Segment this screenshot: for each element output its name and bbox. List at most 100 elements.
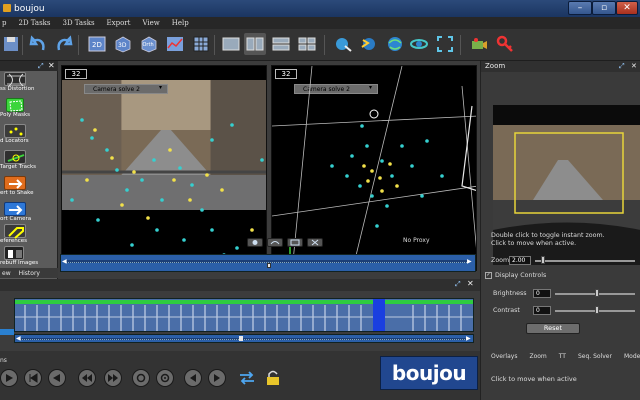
- menu-2d-tasks[interactable]: 2D Tasks: [18, 19, 50, 27]
- grid-button[interactable]: [190, 33, 212, 55]
- task-label: Poly Masks: [0, 112, 31, 118]
- panel-close-icon[interactable]: ✕: [48, 61, 55, 70]
- play-icon: [6, 374, 13, 382]
- loop-button[interactable]: [132, 369, 150, 387]
- zoom-level-slider[interactable]: [535, 260, 635, 262]
- layout-split-button[interactable]: [244, 33, 266, 55]
- task-poly-masks[interactable]: Poly Masks: [0, 97, 58, 123]
- contrast-slider-handle[interactable]: [595, 306, 599, 314]
- display-controls-toggle-icon[interactable]: ✓: [485, 272, 492, 279]
- contrast-field[interactable]: 0: [533, 306, 551, 315]
- camera-tool-button[interactable]: [468, 33, 490, 55]
- view-fit-button[interactable]: [287, 238, 303, 247]
- maximize-button[interactable]: ▫: [592, 1, 616, 15]
- layout-stack-button[interactable]: [270, 33, 292, 55]
- task-panel-header: ⤢ ✕: [0, 61, 58, 71]
- 3d-view-icon: 3D: [115, 36, 131, 53]
- panel-float-icon[interactable]: ⤢: [38, 62, 44, 71]
- timeline-scrollbar[interactable]: ◀ ▶: [14, 334, 474, 343]
- tab-overlays[interactable]: Overlays: [491, 353, 517, 363]
- menu-export[interactable]: Export: [107, 19, 131, 27]
- scroll-left-icon[interactable]: ◀: [16, 335, 21, 342]
- frame-scrubber[interactable]: ◀ ▶: [60, 254, 476, 272]
- menu-file[interactable]: p: [2, 19, 6, 27]
- rewind-button[interactable]: [78, 369, 96, 387]
- viewport-controls: [247, 238, 477, 248]
- view-ortho-button[interactable]: Orth: [138, 33, 160, 55]
- go-start-icon: [190, 374, 196, 382]
- globe-tool-button[interactable]: [384, 33, 406, 55]
- reset-button[interactable]: Reset: [526, 323, 580, 334]
- tab-tt[interactable]: TT: [559, 353, 566, 363]
- task-target-tracks[interactable]: Target Tracks: [0, 149, 58, 175]
- save-button[interactable]: [0, 33, 22, 55]
- bounce-button[interactable]: [156, 369, 174, 387]
- view-3d-button[interactable]: 3D: [112, 33, 134, 55]
- tab-view[interactable]: ew: [2, 270, 11, 277]
- panel-close-icon[interactable]: ✕: [631, 61, 637, 72]
- task-label: d Locators: [0, 138, 29, 144]
- orbit-icon: [410, 39, 428, 49]
- brightness-slider-handle[interactable]: [595, 289, 599, 297]
- frame-tool-button[interactable]: [434, 33, 456, 55]
- loop-icon: [136, 373, 146, 383]
- view-close-button[interactable]: [307, 238, 323, 247]
- toolbar: 2D 3D Orth: [0, 29, 640, 61]
- close-button[interactable]: ✕: [616, 1, 638, 15]
- menu-3d-tasks[interactable]: 3D Tasks: [63, 19, 95, 27]
- scrubber-playhead[interactable]: [267, 263, 271, 268]
- redo-button[interactable]: [52, 33, 74, 55]
- scroll-right-icon[interactable]: ▶: [466, 335, 471, 342]
- step-back-button[interactable]: [24, 369, 42, 387]
- play-reverse-button[interactable]: [48, 369, 66, 387]
- lock-button[interactable]: [264, 369, 282, 387]
- tab-history[interactable]: History: [19, 270, 40, 277]
- scroll-right-icon[interactable]: ▶: [467, 258, 472, 265]
- tab-zoom[interactable]: Zoom: [529, 353, 546, 363]
- timeline-track[interactable]: [14, 298, 474, 332]
- key-tool-button[interactable]: [494, 33, 516, 55]
- view-2d-button[interactable]: 2D: [86, 33, 108, 55]
- scroll-left-icon[interactable]: ◀: [62, 258, 67, 265]
- logo-text: boujou: [391, 361, 467, 385]
- undo-icon: [29, 35, 45, 51]
- minimize-button[interactable]: –: [568, 1, 592, 15]
- frame-number: 32: [65, 69, 87, 79]
- menu-view[interactable]: View: [142, 19, 159, 27]
- tab-seq-solver[interactable]: Seq. Solver: [578, 353, 612, 363]
- graph-button[interactable]: [164, 33, 186, 55]
- go-end-button[interactable]: [208, 369, 226, 387]
- track-tool-button[interactable]: [332, 33, 354, 55]
- timeline-scroll-handle[interactable]: [239, 336, 243, 341]
- go-start-button[interactable]: [184, 369, 202, 387]
- frame-icon: [437, 36, 453, 52]
- layout-single-button[interactable]: [220, 33, 242, 55]
- view-reset-button[interactable]: [267, 238, 283, 247]
- task-lens-distortion[interactable]: ss Distortion: [0, 71, 58, 97]
- preferences-icon: [4, 224, 26, 239]
- layout-quad-button[interactable]: [296, 33, 318, 55]
- viewport-2d[interactable]: 32 Camera solve 2 ▾: [61, 65, 267, 271]
- graph-icon: [167, 37, 183, 51]
- zoom-level-field[interactable]: 2.00: [509, 256, 531, 265]
- panel-close-icon[interactable]: ✕: [467, 279, 474, 288]
- proxy-status[interactable]: No Proxy: [403, 237, 430, 244]
- task-panel: ⤢ ✕ ss Distortion Poly Masks d Locators …: [0, 61, 58, 279]
- timeline-current-frame[interactable]: [373, 299, 385, 331]
- play-button[interactable]: [0, 369, 18, 387]
- swap-direction-button[interactable]: [238, 369, 256, 387]
- task-export-to-shake[interactable]: ert to Shake: [0, 175, 58, 201]
- tab-mode[interactable]: Mode: [624, 353, 640, 363]
- undo-button[interactable]: [28, 33, 50, 55]
- task-label: eferences: [0, 238, 27, 244]
- solve-tool-button[interactable]: [358, 33, 380, 55]
- fast-forward-button[interactable]: [104, 369, 122, 387]
- view-camera-button[interactable]: [247, 238, 263, 247]
- zoom-level-slider-handle[interactable]: [541, 256, 545, 264]
- orbit-tool-button[interactable]: [408, 33, 430, 55]
- task-add-locators[interactable]: d Locators: [0, 123, 58, 149]
- panel-float-icon[interactable]: ⤢: [455, 280, 461, 289]
- menu-help[interactable]: Help: [172, 19, 189, 27]
- panel-float-icon[interactable]: ⤢: [619, 61, 625, 72]
- brightness-field[interactable]: 0: [533, 289, 551, 298]
